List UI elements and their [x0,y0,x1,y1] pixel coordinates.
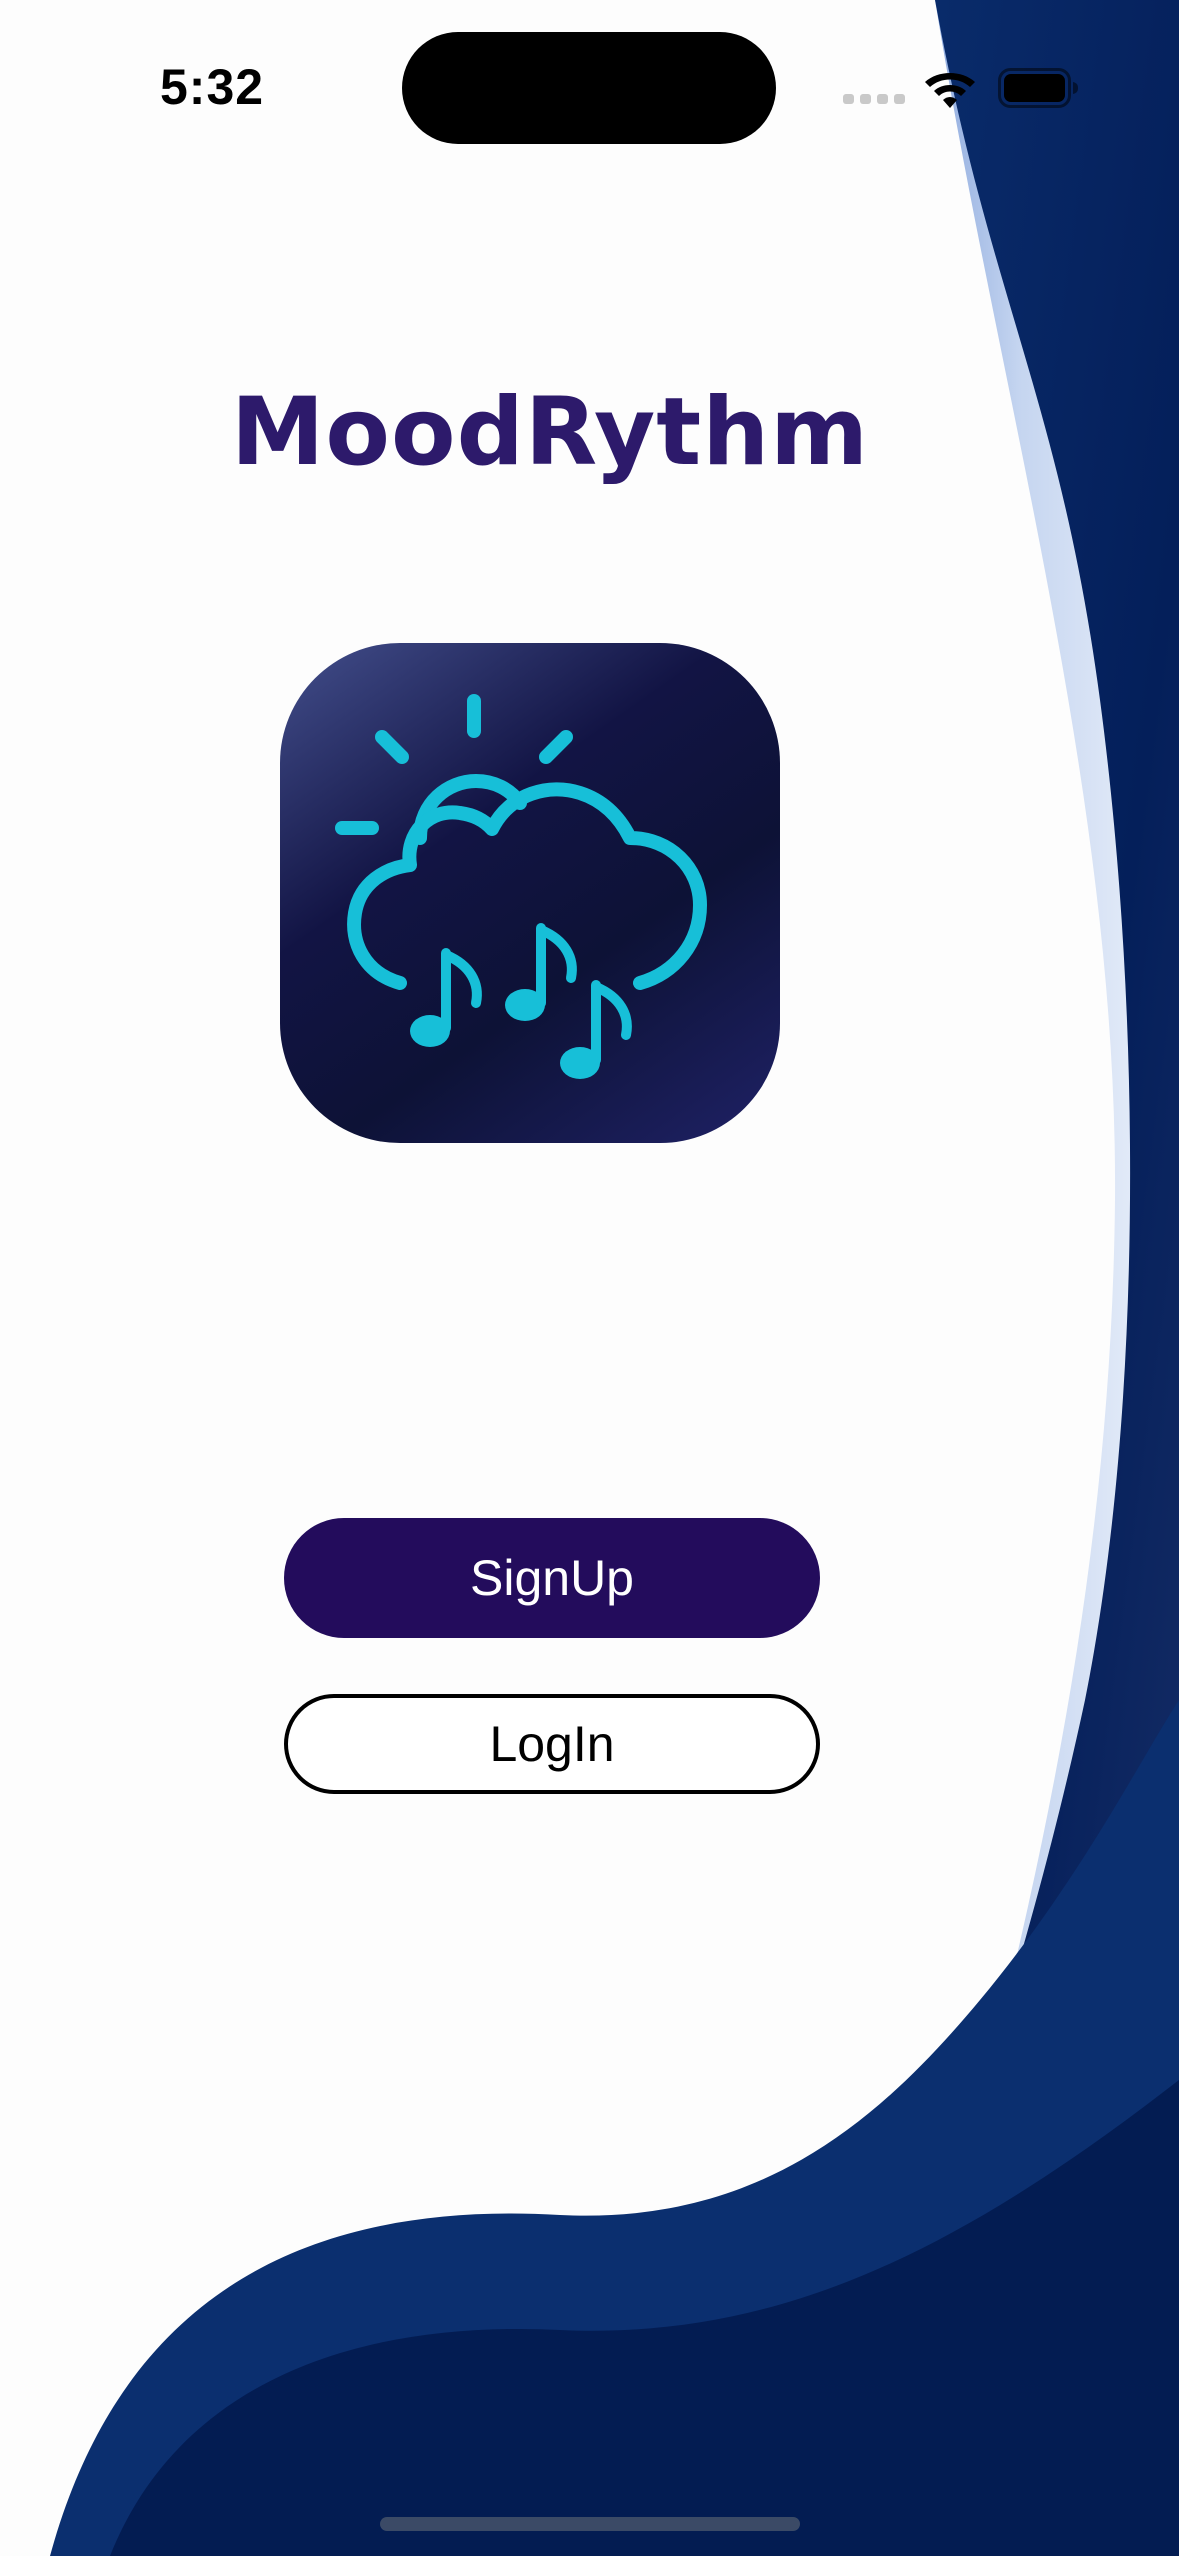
signup-button[interactable]: SignUp [284,1518,820,1638]
login-button[interactable]: LogIn [284,1694,820,1794]
wifi-icon [925,73,975,108]
welcome-screen: 5:32 MoodRythm SignUp LogIn [0,0,1179,2556]
app-title: MoodRythm [230,378,870,487]
status-bar-time: 5:32 [160,59,265,115]
app-logo [280,643,780,1143]
battery-icon [998,68,1078,108]
cellular-signal-icon [843,94,905,104]
home-indicator[interactable] [380,2517,800,2531]
dynamic-island [402,32,776,144]
